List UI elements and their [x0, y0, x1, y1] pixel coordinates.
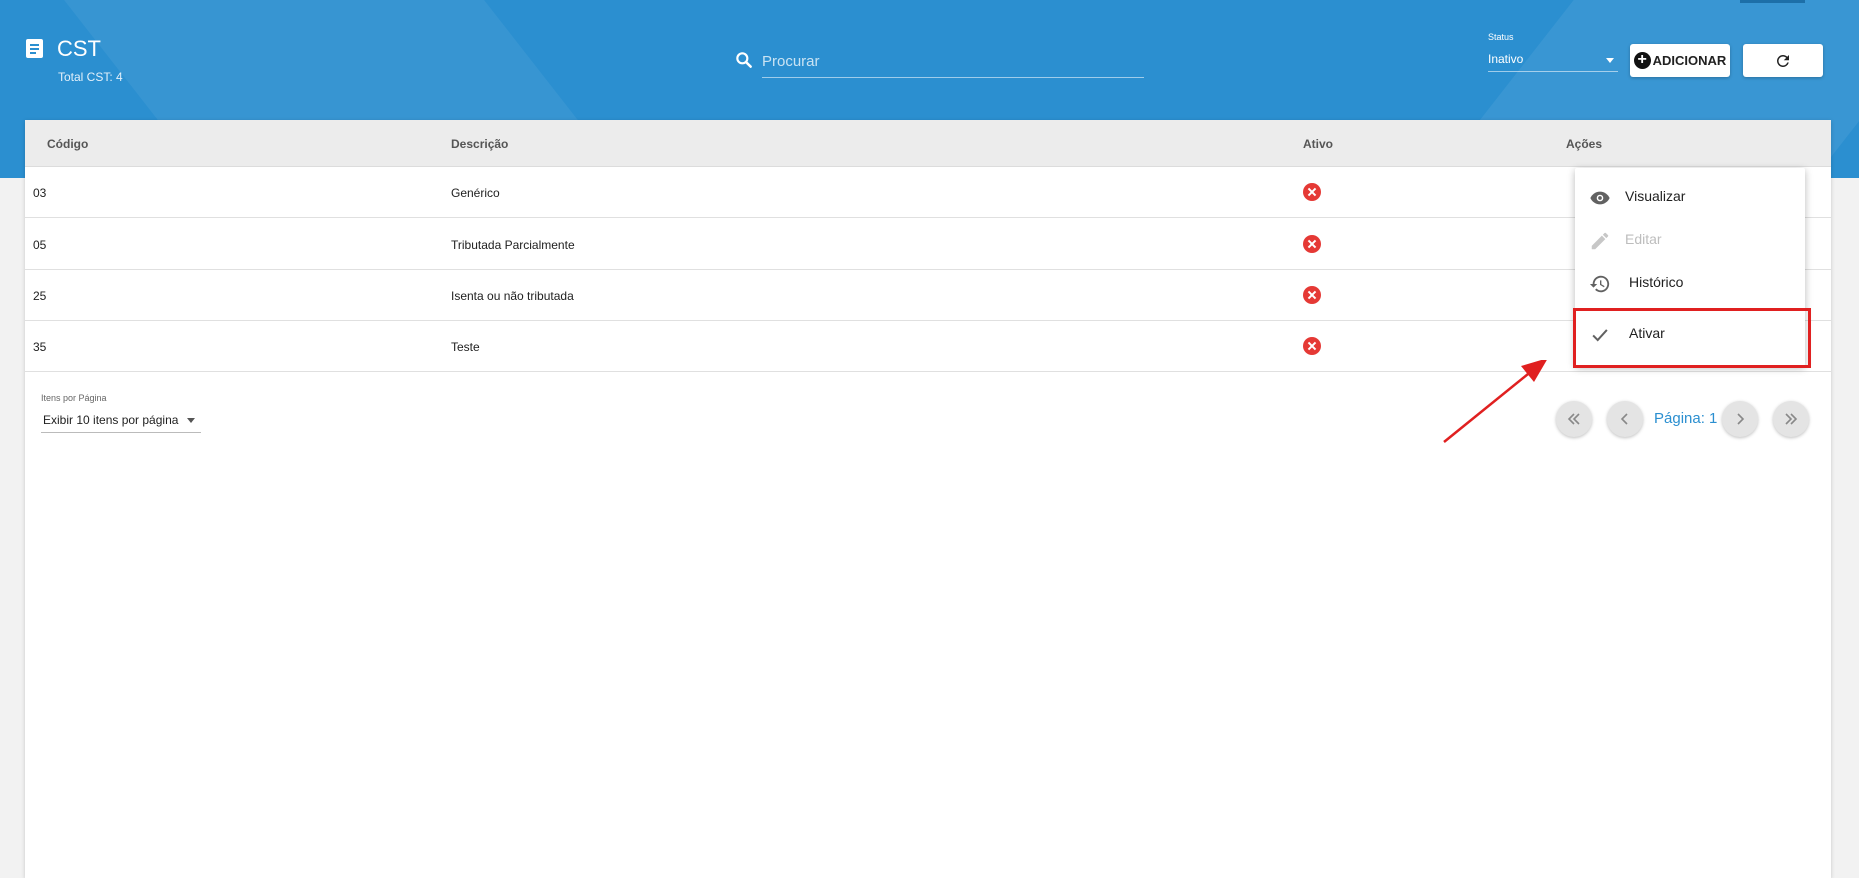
plus-circle-icon: +: [1633, 52, 1651, 69]
table-row[interactable]: 25 Isenta ou não tributada: [25, 270, 1831, 321]
table-card: Código Descrição Ativo Ações 03 Genérico…: [25, 120, 1831, 878]
add-button[interactable]: + ADICIONAR: [1630, 44, 1730, 77]
column-header-codigo[interactable]: Código: [47, 137, 88, 151]
cell-descricao: Genérico: [451, 186, 500, 200]
refresh-icon: [1777, 54, 1789, 67]
document-icon: [26, 39, 43, 58]
menu-item-historico[interactable]: Histórico: [1575, 261, 1805, 305]
status-filter[interactable]: Status Inativo: [1488, 32, 1618, 72]
chevron-right-icon: [1737, 413, 1745, 425]
cell-codigo: 35: [33, 340, 47, 354]
inactive-x-icon: [1303, 235, 1321, 253]
table-row[interactable]: 05 Tributada Parcialmente: [25, 219, 1831, 270]
menu-item-visualizar[interactable]: Visualizar: [1575, 175, 1805, 219]
caret-down-icon: [1606, 58, 1614, 63]
items-per-page-select[interactable]: Exibir 10 itens por página: [41, 408, 201, 433]
inactive-x-icon: [1303, 337, 1321, 355]
header-edge-tab: [1740, 0, 1805, 3]
table-row[interactable]: 35 Teste: [25, 321, 1831, 372]
inactive-x-icon: [1303, 183, 1321, 201]
annotation-arrow: [1443, 360, 1547, 443]
double-chevron-right-icon: [1785, 413, 1798, 425]
caret-down-icon: [187, 418, 195, 423]
menu-item-label: Editar: [1625, 231, 1662, 247]
status-value: Inativo: [1488, 52, 1524, 66]
status-label: Status: [1488, 32, 1514, 42]
next-page-button[interactable]: [1722, 401, 1758, 437]
search-input[interactable]: [762, 46, 1144, 78]
table-header: Código Descrição Ativo Ações: [25, 120, 1831, 167]
cell-descricao: Teste: [451, 340, 480, 354]
items-per-page[interactable]: Itens por Página Exibir 10 itens por pág…: [41, 393, 201, 433]
column-header-ativo[interactable]: Ativo: [1303, 137, 1333, 151]
table-row[interactable]: 03 Genérico: [25, 167, 1831, 218]
double-chevron-left-icon: [1567, 413, 1580, 425]
menu-item-label: Histórico: [1629, 274, 1684, 290]
menu-item-label: Visualizar: [1625, 188, 1686, 204]
refresh-button[interactable]: [1743, 44, 1823, 77]
items-per-page-value: Exibir 10 itens por página: [43, 413, 179, 427]
previous-page-button[interactable]: [1607, 401, 1643, 437]
cell-codigo: 03: [33, 186, 47, 200]
check-icon: [1592, 329, 1608, 342]
actions-menu: Visualizar Editar Histórico Ativar: [1575, 168, 1805, 366]
cell-codigo: 25: [33, 289, 47, 303]
eye-icon: [1590, 191, 1610, 205]
page-title: CST: [57, 36, 101, 61]
chevron-left-icon: [1620, 413, 1628, 425]
column-header-acoes: Ações: [1566, 137, 1603, 151]
inactive-x-icon: [1303, 286, 1321, 304]
items-per-page-label: Itens por Página: [41, 393, 107, 403]
cell-descricao: Tributada Parcialmente: [451, 238, 575, 252]
total-count: Total CST: 4: [58, 70, 123, 84]
cell-descricao: Isenta ou não tributada: [451, 289, 574, 303]
cell-codigo: 05: [33, 238, 47, 252]
history-icon: [1589, 275, 1610, 293]
menu-item-label: Ativar: [1629, 325, 1665, 341]
pencil-icon: [1591, 232, 1609, 250]
add-button-label: ADICIONAR: [1652, 53, 1727, 68]
search-icon[interactable]: [734, 50, 754, 70]
column-header-descricao[interactable]: Descrição: [451, 137, 508, 151]
menu-item-editar: Editar: [1575, 218, 1805, 262]
last-page-button[interactable]: [1773, 401, 1809, 437]
menu-item-ativar[interactable]: Ativar: [1575, 312, 1805, 356]
status-select[interactable]: Inativo: [1488, 46, 1618, 72]
first-page-button[interactable]: [1556, 401, 1592, 437]
page-indicator: Página: 1: [1654, 410, 1718, 427]
search-bar: [734, 46, 1144, 78]
